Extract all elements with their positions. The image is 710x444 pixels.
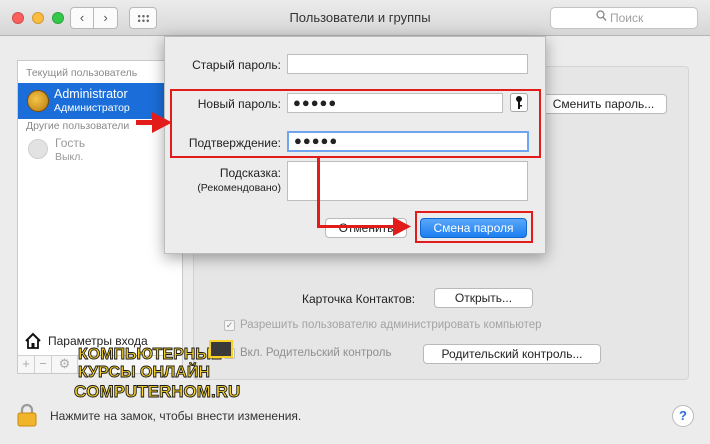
old-password-field[interactable]	[287, 54, 528, 74]
lock-hint-text: Нажмите на замок, чтобы внести изменения…	[50, 409, 302, 423]
chevron-right-icon: ›	[103, 10, 108, 25]
search-placeholder: Поиск	[610, 11, 644, 25]
forward-button[interactable]: ›	[94, 7, 118, 29]
window-title: Пользователи и группы	[289, 10, 431, 25]
change-password-button[interactable]: Сменить пароль...	[540, 94, 667, 114]
avatar	[27, 90, 49, 112]
svg-text:КУРСЫ ОНЛАЙН: КУРСЫ ОНЛАЙН	[78, 362, 210, 381]
current-user-header: Текущий пользователь	[26, 67, 138, 79]
open-contacts-button[interactable]: Открыть...	[434, 288, 533, 308]
hint-field[interactable]	[287, 161, 528, 201]
add-user-button[interactable]: +	[18, 356, 35, 373]
svg-text:COMPUTERHOM.RU: COMPUTERHOM.RU	[74, 382, 240, 401]
guest-status: Выкл.	[55, 151, 84, 163]
chevron-left-icon: ‹	[79, 10, 85, 25]
user-name: Administrator	[54, 87, 128, 101]
grid-icon	[137, 14, 150, 23]
house-icon	[25, 332, 41, 349]
parental-controls-button[interactable]: Родительский контроль...	[423, 344, 601, 364]
annotation-arrow-icon-2	[393, 217, 411, 236]
hint-sublabel: (Рекомендовано)	[197, 182, 281, 194]
user-role: Администратор	[54, 102, 130, 114]
search-field[interactable]: Поиск	[550, 7, 698, 29]
lock-icon[interactable]	[16, 403, 38, 427]
sidebar-item-guest[interactable]: Гость	[55, 136, 85, 150]
search-icon	[596, 10, 607, 25]
parental-controls-label: Вкл. Родительский контроль	[240, 347, 392, 359]
watermark-logo: КОМПЬЮТЕРНЫЕ КУРСЫ ОНЛАЙН COMPUTERHOM.RU	[68, 337, 241, 403]
remove-user-button[interactable]: −	[35, 356, 52, 373]
monitor-icon	[209, 340, 233, 358]
highlight-confirm-button	[415, 211, 533, 243]
watermark-graphic: КОМПЬЮТЕРНЫЕ КУРСЫ ОНЛАЙН COMPUTERHOM.RU	[74, 340, 241, 401]
old-password-label: Старый пароль:	[192, 58, 281, 72]
annotation-connector-horizontal	[317, 225, 397, 228]
annotation-arrow-icon	[152, 112, 172, 133]
show-all-button[interactable]	[129, 7, 157, 29]
highlight-password-fields	[170, 89, 541, 158]
users-sidebar: Текущий пользователь Administrator Админ…	[17, 60, 183, 374]
guest-avatar	[28, 139, 48, 159]
maximize-window-button[interactable]	[52, 12, 64, 24]
other-users-header: Другие пользователи	[26, 120, 130, 132]
annotation-connector	[317, 157, 320, 228]
contacts-card-label: Карточка Контактов:	[302, 292, 416, 306]
allow-admin-label: Разрешить пользователю администрировать …	[240, 319, 542, 331]
help-button[interactable]: ?	[672, 405, 694, 427]
back-button[interactable]: ‹	[70, 7, 94, 29]
title-bar: ‹ › Пользователи и группы Поиск	[0, 0, 710, 36]
hint-label: Подсказка:	[219, 166, 281, 180]
close-window-button[interactable]	[12, 12, 24, 24]
minimize-window-button[interactable]	[32, 12, 44, 24]
allow-admin-checkbox[interactable]: ✓	[224, 320, 235, 331]
svg-text:КОМПЬЮТЕРНЫЕ: КОМПЬЮТЕРНЫЕ	[78, 346, 222, 363]
